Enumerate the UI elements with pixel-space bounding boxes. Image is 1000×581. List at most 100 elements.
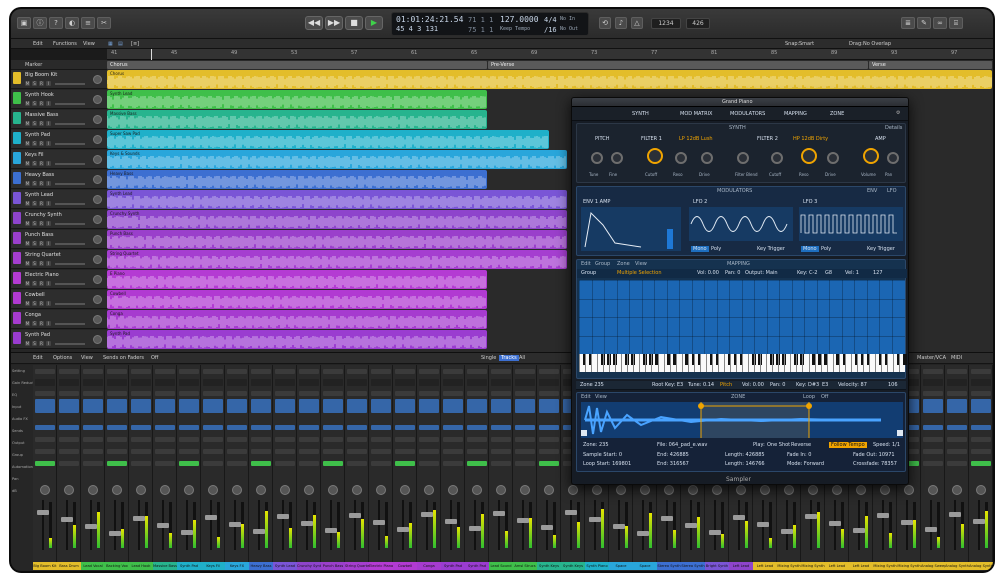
fader-cap[interactable]: [781, 529, 793, 534]
solo-button[interactable]: S: [32, 141, 37, 146]
pan-knob[interactable]: [136, 485, 146, 495]
solo-button[interactable]: S: [32, 161, 37, 166]
send-slot[interactable]: [347, 425, 367, 430]
automation-slot[interactable]: [491, 461, 511, 466]
fader-track[interactable]: [810, 500, 812, 550]
pan-knob[interactable]: [93, 235, 102, 244]
volume-slider[interactable]: [55, 343, 85, 345]
synth-knob[interactable]: [771, 152, 783, 164]
setting-slot[interactable]: [59, 369, 79, 374]
tab-synth[interactable]: SYNTH: [632, 111, 649, 117]
fader-track[interactable]: [282, 500, 284, 550]
group-slot[interactable]: [59, 449, 79, 454]
volume-slider[interactable]: [55, 103, 85, 105]
send-slot[interactable]: [443, 425, 463, 430]
setting-slot[interactable]: [971, 369, 991, 374]
volume-slider[interactable]: [55, 243, 85, 245]
track-region[interactable]: Synth Lead: [107, 90, 487, 109]
setting-slot[interactable]: [131, 369, 151, 374]
group-vel-to[interactable]: 127: [873, 270, 883, 276]
automation-slot[interactable]: [443, 461, 463, 466]
pan-knob[interactable]: [592, 485, 602, 495]
volume-slider[interactable]: [55, 143, 85, 145]
mute-button[interactable]: M: [25, 121, 30, 126]
playhead[interactable]: [151, 49, 152, 60]
fader-cap[interactable]: [853, 528, 865, 533]
setting-slot[interactable]: [419, 369, 439, 374]
send-slot[interactable]: [251, 425, 271, 430]
send-slot[interactable]: [323, 425, 343, 430]
fader-cap[interactable]: [733, 515, 745, 520]
channel-name[interactable]: Mixing Synth: [873, 562, 897, 570]
track-region[interactable]: Synth Pad: [107, 330, 487, 349]
automation-slot[interactable]: [155, 461, 175, 466]
record-enable-button[interactable]: R: [39, 261, 44, 266]
snap-value[interactable]: Smart: [799, 41, 814, 47]
send-slot[interactable]: [971, 425, 991, 430]
library-button[interactable]: ▣: [17, 17, 31, 29]
zone-vol[interactable]: Vol: 0.00: [742, 382, 764, 388]
output-slot[interactable]: [155, 437, 175, 442]
fader-cap[interactable]: [517, 518, 529, 523]
fader-track[interactable]: [786, 500, 788, 550]
fader-cap[interactable]: [133, 516, 145, 521]
automation-slot[interactable]: [923, 461, 943, 466]
fader-track[interactable]: [954, 500, 956, 550]
zone-pan[interactable]: Pan: 0: [770, 382, 785, 388]
bar-ruler[interactable]: 41 45 49 53 57 61 65 69 73 77 81 85 89 93 97: [107, 49, 993, 60]
fader-cap[interactable]: [61, 517, 73, 522]
eq-thumbnail[interactable]: [947, 379, 967, 386]
input-monitor-button[interactable]: I: [46, 181, 51, 186]
automation-slot[interactable]: [275, 461, 295, 466]
channel-name[interactable]: Synth Pad: [177, 562, 201, 570]
fader-track[interactable]: [450, 500, 452, 550]
input-slot[interactable]: [227, 391, 247, 396]
pan-knob[interactable]: [93, 95, 102, 104]
channel-name[interactable]: Left Lead: [825, 562, 849, 570]
pan-knob[interactable]: [93, 155, 102, 164]
audio-fx-slot[interactable]: [971, 399, 991, 413]
zone-view-menu[interactable]: View: [595, 394, 607, 400]
sample-length[interactable]: Length: 426885: [725, 452, 765, 458]
setting-slot[interactable]: [179, 369, 199, 374]
input-slot[interactable]: [923, 391, 943, 396]
root-key[interactable]: Root Key: E3: [652, 382, 683, 388]
group-slot[interactable]: [443, 449, 463, 454]
track-header[interactable]: Cowbell M S R I: [11, 290, 107, 309]
output-slot[interactable]: [251, 437, 271, 442]
solo-button[interactable]: S: [32, 241, 37, 246]
synth-knob[interactable]: [647, 148, 663, 164]
pan-knob[interactable]: [232, 485, 242, 495]
fader-track[interactable]: [138, 500, 140, 550]
output-slot[interactable]: [59, 437, 79, 442]
fader-cap[interactable]: [469, 526, 481, 531]
fader-track[interactable]: [738, 500, 740, 550]
inspector-button[interactable]: ⓘ: [33, 17, 47, 29]
pan-knob[interactable]: [616, 485, 626, 495]
input-monitor-button[interactable]: I: [46, 161, 51, 166]
group-key-to[interactable]: G8: [825, 270, 832, 276]
fader-cap[interactable]: [421, 512, 433, 517]
loop-end[interactable]: End: 316567: [657, 461, 689, 467]
zone-key-to[interactable]: E3: [822, 382, 828, 388]
fader-cap[interactable]: [493, 511, 505, 516]
audio-fx-slot[interactable]: [371, 399, 391, 413]
send-slot[interactable]: [275, 425, 295, 430]
eq-thumbnail[interactable]: [203, 379, 223, 386]
automation-slot[interactable]: [395, 461, 415, 466]
output-slot[interactable]: [323, 437, 343, 442]
channel-name[interactable]: Cowbell: [393, 562, 417, 570]
input-slot[interactable]: [443, 391, 463, 396]
pan-knob[interactable]: [832, 485, 842, 495]
eq-thumbnail[interactable]: [395, 379, 415, 386]
fader-cap[interactable]: [397, 527, 409, 532]
channel-name[interactable]: Synth Keys: [561, 562, 585, 570]
grid-icon[interactable]: ▦: [108, 41, 113, 47]
env-graph[interactable]: [581, 207, 681, 251]
audio-fx-slot[interactable]: [923, 399, 943, 413]
solo-button[interactable]: S: [32, 261, 37, 266]
fader-cap[interactable]: [829, 521, 841, 526]
pan-knob[interactable]: [688, 485, 698, 495]
eq-thumbnail[interactable]: [515, 379, 535, 386]
output-slot[interactable]: [395, 437, 415, 442]
